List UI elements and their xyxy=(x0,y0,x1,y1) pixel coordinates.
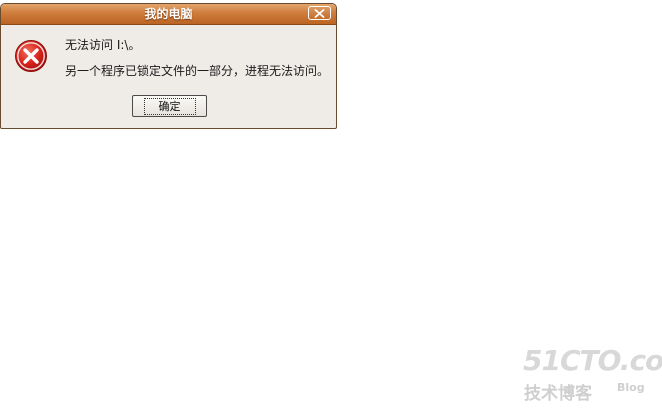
watermark-logo: 51CTO.com xyxy=(523,344,662,377)
dialog-titlebar[interactable]: 我的电脑 xyxy=(1,4,336,25)
error-message-detail: 另一个程序已锁定文件的一部分，进程无法访问。 xyxy=(65,64,330,78)
error-message-primary: 无法访问 I:\。 xyxy=(65,38,141,52)
watermark-subtitle: 技术博客 xyxy=(524,384,592,404)
close-icon xyxy=(314,8,325,18)
ok-button-label: 确定 xyxy=(143,97,196,115)
watermark-blog: Blog xyxy=(617,381,645,394)
ok-button[interactable]: 确定 xyxy=(132,95,207,117)
error-dialog: 我的电脑 无法访问 I:\。 另一个程序已锁定文件的一部分，进程无法访问。 确定 xyxy=(0,3,337,129)
close-button[interactable] xyxy=(308,6,331,20)
error-icon xyxy=(15,40,47,72)
dialog-title: 我的电脑 xyxy=(144,7,193,21)
